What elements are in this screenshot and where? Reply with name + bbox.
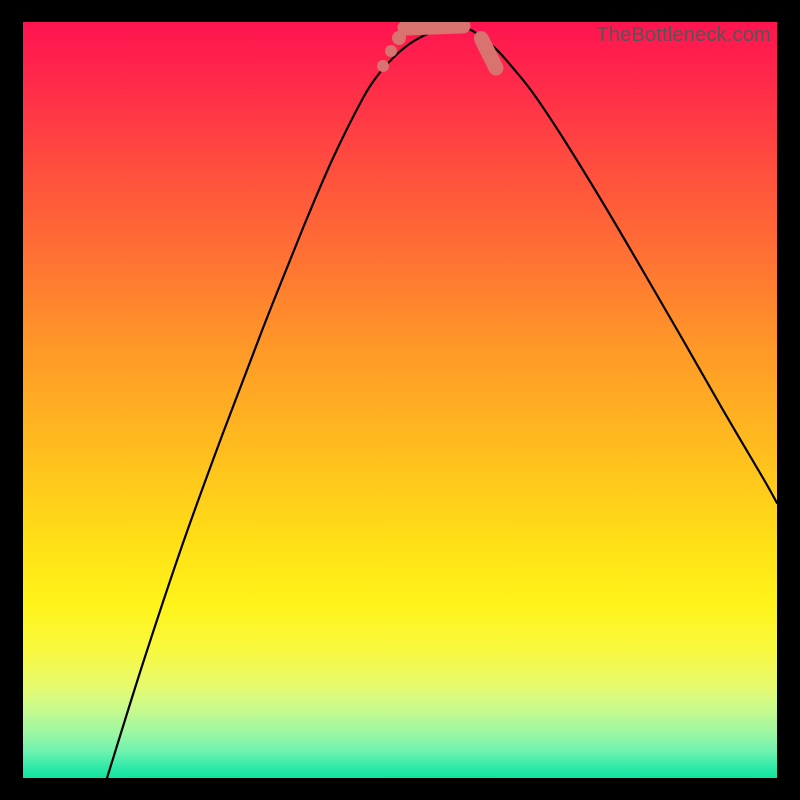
left-curve [107, 24, 456, 778]
highlight-point [484, 52, 496, 64]
chart-container: TheBottleneck.com [0, 0, 800, 800]
highlight-segment [405, 26, 463, 28]
right-curve [456, 24, 777, 503]
highlight-point [474, 31, 488, 45]
highlight-point [392, 31, 406, 45]
highlight-point [377, 60, 389, 72]
attribution-text: TheBottleneck.com [596, 24, 771, 47]
plot-area: TheBottleneck.com [23, 22, 777, 778]
highlight-point [385, 45, 397, 57]
chart-svg [23, 22, 777, 778]
